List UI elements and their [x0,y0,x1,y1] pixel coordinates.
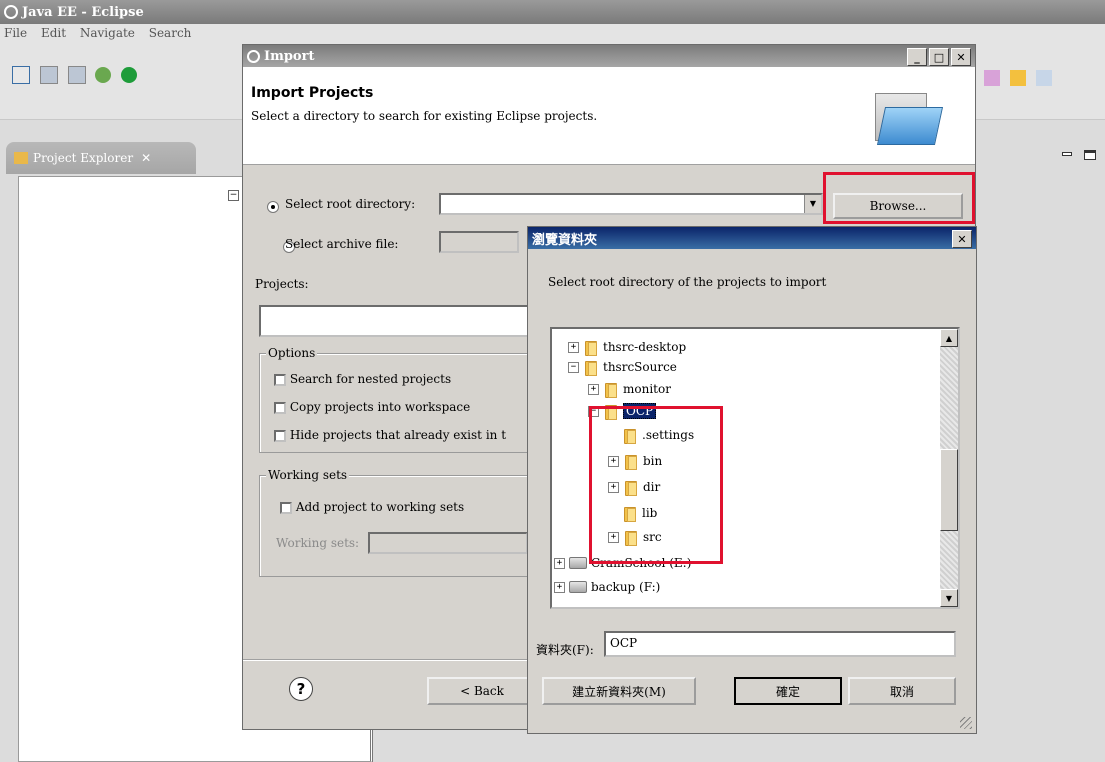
option-label: Hide projects that already exist in t [289,428,507,442]
chevron-down-icon[interactable]: ▼ [804,195,821,213]
eclipse-logo-icon [247,49,260,63]
archive-file-field[interactable] [439,231,519,253]
close-button[interactable]: ✕ [951,48,971,66]
folder-banner-icon [871,89,944,149]
expand-icon[interactable]: + [554,557,565,569]
expand-icon[interactable]: + [568,341,579,353]
working-sets-label: Working sets: [276,536,360,550]
options-group: Options Search for nested projects Copy … [259,346,549,453]
select-root-label: Select root directory: [285,197,416,211]
projects-label: Projects: [255,277,309,291]
browse-title: 瀏覽資料夾 [532,232,598,248]
new-wizard-icon[interactable] [12,66,30,84]
tree-row[interactable]: − thsrcSource [568,357,677,377]
eclipse-logo-icon [4,5,18,19]
browse-instruction: Select root directory of the projects to… [548,275,827,289]
tree-row[interactable]: + backup (F:) [554,577,660,597]
import-title: Import [264,48,315,64]
resize-grip-icon[interactable] [960,717,972,729]
import-header: Import Projects Select a directory to se… [243,67,975,165]
folder-input[interactable]: OCP [604,631,956,657]
drive-icon [569,557,587,569]
menu-navigate[interactable]: Navigate [80,26,135,40]
folder-icon [583,359,597,376]
ocp-highlight [589,406,723,564]
toolbar-right-icon-3[interactable] [1035,70,1052,86]
working-sets-group: Working sets Add project to working sets… [259,468,549,577]
scroll-up-button[interactable]: ▲ [940,329,958,347]
toolbar-right-icon-2[interactable] [1009,70,1026,86]
back-button[interactable]: < Back [427,677,537,705]
option-hide-existing[interactable]: Hide projects that already exist in t [274,428,506,442]
toolbar-right-icon-1[interactable] [984,70,1000,86]
new-folder-button[interactable]: 建立新資料夾(M) [542,677,696,705]
folder-icon [603,381,617,398]
option-label: Copy projects into workspace [289,400,471,414]
help-icon[interactable]: ? [289,677,313,701]
project-explorer-icon [14,152,28,164]
close-button[interactable]: ✕ [952,230,972,248]
maximize-view-icon[interactable] [1084,150,1096,160]
cancel-button[interactable]: 取消 [848,677,956,705]
checkbox[interactable] [274,429,286,442]
root-directory-combo[interactable]: ▼ [439,193,823,215]
scroll-down-button[interactable]: ▼ [940,589,958,607]
browse-highlight [823,172,975,224]
projects-list[interactable] [259,305,539,337]
option-label: Add project to working sets [295,500,465,514]
save-all-icon[interactable] [67,66,86,84]
tree-label: thsrc-desktop [603,340,687,354]
run-icon[interactable] [121,67,138,83]
minimize-view-icon[interactable] [1062,152,1072,156]
header-title: Import Projects [251,85,374,101]
minimize-button[interactable]: _ [907,48,927,66]
expand-icon[interactable]: + [554,581,565,593]
close-tab-icon[interactable]: ✕ [141,151,151,165]
tree-label: backup (F:) [591,580,661,594]
add-to-working-sets[interactable]: Add project to working sets [280,500,464,514]
option-copy-projects[interactable]: Copy projects into workspace [274,400,470,414]
ok-button[interactable]: 確定 [734,677,842,705]
tree-label: monitor [623,382,671,396]
tree-label: thsrcSource [603,360,677,374]
checkbox[interactable] [274,401,286,414]
menu-search[interactable]: Search [149,26,192,40]
maximize-button[interactable]: □ [929,48,949,66]
tree-row[interactable]: + thsrc-desktop [568,337,686,357]
scroll-thumb[interactable] [940,449,958,531]
option-label: Search for nested projects [289,372,452,386]
debug-icon[interactable] [95,67,112,83]
project-explorer-tab[interactable]: Project Explorer ✕ [6,142,196,174]
checkbox[interactable] [280,501,292,514]
collapse-all-icon[interactable]: − [228,190,239,201]
tree-scrollbar[interactable]: ▲ ▼ [940,329,958,607]
option-search-nested[interactable]: Search for nested projects [274,372,451,386]
tree-row[interactable]: + monitor [588,379,671,399]
select-archive-label: Select archive file: [285,237,399,251]
collapse-icon[interactable]: − [568,361,579,373]
folder-label: 資料夾(F): [536,643,594,657]
import-title-bar[interactable]: Import _ □ ✕ [243,45,975,67]
menu-edit[interactable]: Edit [41,26,66,40]
working-sets-field[interactable] [368,532,528,554]
header-description: Select a directory to search for existin… [251,109,598,123]
browse-title-bar[interactable]: 瀏覽資料夾 ✕ [528,227,976,249]
folder-icon [583,339,597,356]
save-icon[interactable] [39,66,58,84]
checkbox[interactable] [274,373,286,386]
drive-icon [569,581,587,593]
working-sets-legend: Working sets [266,468,350,482]
project-explorer-label: Project Explorer [33,151,134,165]
menu-file[interactable]: File [4,26,27,40]
options-legend: Options [266,346,318,360]
eclipse-title-bar[interactable]: Java EE - Eclipse [0,0,1105,24]
select-root-radio[interactable] [267,200,279,213]
eclipse-window-title: Java EE - Eclipse [22,4,144,20]
expand-icon[interactable]: + [588,383,599,395]
